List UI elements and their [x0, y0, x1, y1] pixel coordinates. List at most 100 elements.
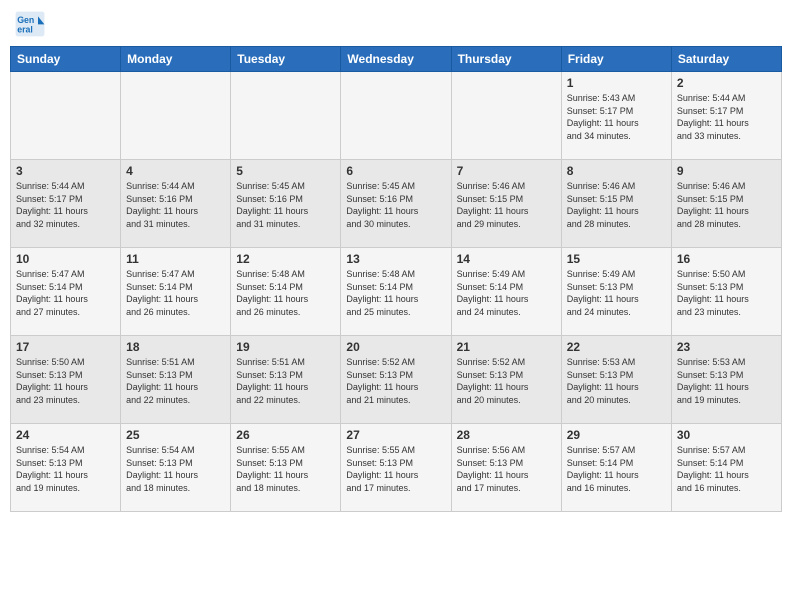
calendar-cell [121, 72, 231, 160]
day-number: 17 [16, 340, 115, 354]
day-info: Sunrise: 5:54 AMSunset: 5:13 PMDaylight:… [16, 444, 115, 494]
day-number: 15 [567, 252, 666, 266]
day-number: 16 [677, 252, 776, 266]
calendar-cell: 5 Sunrise: 5:45 AMSunset: 5:16 PMDaylight… [231, 160, 341, 248]
day-number: 27 [346, 428, 445, 442]
day-number: 21 [457, 340, 556, 354]
day-number: 28 [457, 428, 556, 442]
day-number: 6 [346, 164, 445, 178]
day-number: 23 [677, 340, 776, 354]
day-number: 9 [677, 164, 776, 178]
calendar-cell: 16 Sunrise: 5:50 AMSunset: 5:13 PMDayligh… [671, 248, 781, 336]
day-info: Sunrise: 5:57 AMSunset: 5:14 PMDaylight:… [567, 444, 666, 494]
day-info: Sunrise: 5:51 AMSunset: 5:13 PMDaylight:… [126, 356, 225, 406]
day-number: 14 [457, 252, 556, 266]
day-info: Sunrise: 5:44 AMSunset: 5:17 PMDaylight:… [677, 92, 776, 142]
calendar-cell: 23 Sunrise: 5:53 AMSunset: 5:13 PMDayligh… [671, 336, 781, 424]
weekday-header: Tuesday [231, 47, 341, 72]
calendar-week-row: 17 Sunrise: 5:50 AMSunset: 5:13 PMDayligh… [11, 336, 782, 424]
day-info: Sunrise: 5:52 AMSunset: 5:13 PMDaylight:… [457, 356, 556, 406]
calendar-cell: 29 Sunrise: 5:57 AMSunset: 5:14 PMDayligh… [561, 424, 671, 512]
day-number: 2 [677, 76, 776, 90]
calendar-cell: 20 Sunrise: 5:52 AMSunset: 5:13 PMDayligh… [341, 336, 451, 424]
logo-icon: Gen eral [14, 10, 46, 38]
day-info: Sunrise: 5:49 AMSunset: 5:13 PMDaylight:… [567, 268, 666, 318]
day-number: 29 [567, 428, 666, 442]
calendar-cell: 21 Sunrise: 5:52 AMSunset: 5:13 PMDayligh… [451, 336, 561, 424]
calendar-cell: 30 Sunrise: 5:57 AMSunset: 5:14 PMDayligh… [671, 424, 781, 512]
calendar-cell: 17 Sunrise: 5:50 AMSunset: 5:13 PMDayligh… [11, 336, 121, 424]
day-number: 18 [126, 340, 225, 354]
day-info: Sunrise: 5:43 AMSunset: 5:17 PMDaylight:… [567, 92, 666, 142]
day-info: Sunrise: 5:44 AMSunset: 5:16 PMDaylight:… [126, 180, 225, 230]
calendar-cell: 28 Sunrise: 5:56 AMSunset: 5:13 PMDayligh… [451, 424, 561, 512]
day-number: 5 [236, 164, 335, 178]
day-info: Sunrise: 5:52 AMSunset: 5:13 PMDaylight:… [346, 356, 445, 406]
day-number: 3 [16, 164, 115, 178]
calendar-cell: 10 Sunrise: 5:47 AMSunset: 5:14 PMDayligh… [11, 248, 121, 336]
day-number: 22 [567, 340, 666, 354]
calendar-cell [11, 72, 121, 160]
weekday-header: Thursday [451, 47, 561, 72]
calendar-cell [341, 72, 451, 160]
day-number: 25 [126, 428, 225, 442]
calendar-cell [231, 72, 341, 160]
day-info: Sunrise: 5:55 AMSunset: 5:13 PMDaylight:… [346, 444, 445, 494]
day-number: 7 [457, 164, 556, 178]
day-info: Sunrise: 5:53 AMSunset: 5:13 PMDaylight:… [677, 356, 776, 406]
calendar-cell: 14 Sunrise: 5:49 AMSunset: 5:14 PMDayligh… [451, 248, 561, 336]
calendar-table: SundayMondayTuesdayWednesdayThursdayFrid… [10, 46, 782, 512]
weekday-header: Friday [561, 47, 671, 72]
day-number: 11 [126, 252, 225, 266]
day-info: Sunrise: 5:48 AMSunset: 5:14 PMDaylight:… [346, 268, 445, 318]
day-number: 19 [236, 340, 335, 354]
day-number: 20 [346, 340, 445, 354]
day-info: Sunrise: 5:56 AMSunset: 5:13 PMDaylight:… [457, 444, 556, 494]
calendar-week-row: 1Sunrise: 5:43 AMSunset: 5:17 PMDaylight… [11, 72, 782, 160]
day-number: 4 [126, 164, 225, 178]
calendar-week-row: 10 Sunrise: 5:47 AMSunset: 5:14 PMDayligh… [11, 248, 782, 336]
calendar-cell: 4 Sunrise: 5:44 AMSunset: 5:16 PMDaylight… [121, 160, 231, 248]
day-info: Sunrise: 5:57 AMSunset: 5:14 PMDaylight:… [677, 444, 776, 494]
day-info: Sunrise: 5:55 AMSunset: 5:13 PMDaylight:… [236, 444, 335, 494]
calendar-cell: 22 Sunrise: 5:53 AMSunset: 5:13 PMDayligh… [561, 336, 671, 424]
weekday-header: Saturday [671, 47, 781, 72]
calendar-cell: 24 Sunrise: 5:54 AMSunset: 5:13 PMDayligh… [11, 424, 121, 512]
day-info: Sunrise: 5:53 AMSunset: 5:13 PMDaylight:… [567, 356, 666, 406]
calendar-week-row: 3 Sunrise: 5:44 AMSunset: 5:17 PMDaylight… [11, 160, 782, 248]
calendar-cell: 18 Sunrise: 5:51 AMSunset: 5:13 PMDayligh… [121, 336, 231, 424]
calendar-cell: 7 Sunrise: 5:46 AMSunset: 5:15 PMDaylight… [451, 160, 561, 248]
day-info: Sunrise: 5:50 AMSunset: 5:13 PMDaylight:… [677, 268, 776, 318]
calendar-cell: 11 Sunrise: 5:47 AMSunset: 5:14 PMDayligh… [121, 248, 231, 336]
calendar-cell: 15 Sunrise: 5:49 AMSunset: 5:13 PMDayligh… [561, 248, 671, 336]
calendar-cell: 3 Sunrise: 5:44 AMSunset: 5:17 PMDaylight… [11, 160, 121, 248]
day-number: 26 [236, 428, 335, 442]
day-info: Sunrise: 5:45 AMSunset: 5:16 PMDaylight:… [236, 180, 335, 230]
day-number: 24 [16, 428, 115, 442]
day-info: Sunrise: 5:46 AMSunset: 5:15 PMDaylight:… [567, 180, 666, 230]
weekday-header-row: SundayMondayTuesdayWednesdayThursdayFrid… [11, 47, 782, 72]
calendar-cell: 19 Sunrise: 5:51 AMSunset: 5:13 PMDayligh… [231, 336, 341, 424]
day-info: Sunrise: 5:47 AMSunset: 5:14 PMDaylight:… [16, 268, 115, 318]
weekday-header: Monday [121, 47, 231, 72]
day-number: 12 [236, 252, 335, 266]
day-info: Sunrise: 5:46 AMSunset: 5:15 PMDaylight:… [457, 180, 556, 230]
day-info: Sunrise: 5:49 AMSunset: 5:14 PMDaylight:… [457, 268, 556, 318]
calendar-cell: 9Sunrise: 5:46 AMSunset: 5:15 PMDaylight… [671, 160, 781, 248]
calendar-cell: 6Sunrise: 5:45 AMSunset: 5:16 PMDaylight… [341, 160, 451, 248]
calendar-cell: 8Sunrise: 5:46 AMSunset: 5:15 PMDaylight… [561, 160, 671, 248]
svg-text:eral: eral [17, 24, 33, 34]
day-info: Sunrise: 5:54 AMSunset: 5:13 PMDaylight:… [126, 444, 225, 494]
weekday-header: Sunday [11, 47, 121, 72]
day-info: Sunrise: 5:47 AMSunset: 5:14 PMDaylight:… [126, 268, 225, 318]
day-info: Sunrise: 5:44 AMSunset: 5:17 PMDaylight:… [16, 180, 115, 230]
day-number: 30 [677, 428, 776, 442]
day-info: Sunrise: 5:50 AMSunset: 5:13 PMDaylight:… [16, 356, 115, 406]
calendar-cell: 13Sunrise: 5:48 AMSunset: 5:14 PMDayligh… [341, 248, 451, 336]
calendar-cell: 1Sunrise: 5:43 AMSunset: 5:17 PMDaylight… [561, 72, 671, 160]
calendar-cell [451, 72, 561, 160]
day-info: Sunrise: 5:48 AMSunset: 5:14 PMDaylight:… [236, 268, 335, 318]
day-info: Sunrise: 5:51 AMSunset: 5:13 PMDaylight:… [236, 356, 335, 406]
day-number: 10 [16, 252, 115, 266]
calendar-cell: 2 Sunrise: 5:44 AMSunset: 5:17 PMDaylight… [671, 72, 781, 160]
